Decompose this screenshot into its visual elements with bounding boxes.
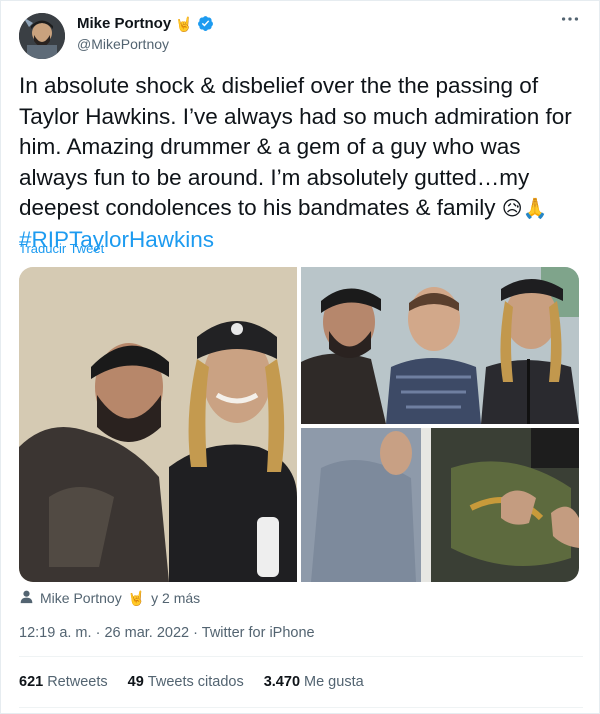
tweet-source[interactable]: Twitter for iPhone	[202, 625, 315, 641]
retweets-stat[interactable]: 621 Retweets	[19, 674, 108, 690]
tweet-header: Mike Portnoy 🤘 @MikePortnoy	[19, 13, 583, 59]
author-name[interactable]: Mike Portnoy	[77, 15, 171, 32]
author-handle[interactable]: @MikePortnoy	[77, 36, 169, 52]
rock-hand-emoji-icon: 🤘	[175, 15, 193, 32]
author-name-row: Mike Portnoy 🤘	[77, 15, 214, 32]
quote-tweets-stat[interactable]: 49 Tweets citados	[128, 674, 244, 690]
translate-tweet-link[interactable]: Traducir Tweet	[19, 241, 104, 256]
retweets-label: Retweets	[47, 674, 108, 690]
likes-stat[interactable]: 3.470 Me gusta	[264, 674, 364, 690]
avatar[interactable]	[19, 13, 65, 59]
tagged-users[interactable]: Mike Portnoy 🤘 y 2 más	[19, 589, 200, 607]
tweet-card: Mike Portnoy 🤘 @MikePortnoy In absolute …	[0, 0, 600, 714]
retweets-count: 621	[19, 674, 44, 690]
meta-separator-2: ·	[193, 625, 198, 641]
tweet-meta: 12:19 a. m. · 26 mar. 2022 · Twitter for…	[19, 625, 315, 641]
tweet-date[interactable]: 26 mar. 2022	[104, 625, 189, 641]
photo-2[interactable]	[301, 267, 579, 424]
quotes-count: 49	[127, 674, 144, 690]
divider-bottom	[19, 707, 583, 708]
verified-badge-icon	[197, 15, 214, 32]
photo-3[interactable]	[301, 428, 579, 582]
tagged-name: Mike Portnoy	[40, 590, 122, 606]
tweet-body: In absolute shock & disbelief over the t…	[19, 73, 572, 220]
media-grid	[19, 267, 579, 582]
meta-separator: ·	[95, 625, 101, 641]
tweet-time[interactable]: 12:19 a. m.	[19, 625, 92, 641]
tagged-more: y 2 más	[151, 590, 201, 606]
divider	[19, 656, 583, 657]
likes-label: Me gusta	[304, 674, 364, 690]
tweet-text: In absolute shock & disbelief over the t…	[19, 71, 587, 255]
more-options-icon[interactable]	[557, 13, 583, 35]
crying-praying-emoji-icon: 😥🙏	[501, 198, 548, 220]
tweet-stats: 621 Retweets 49 Tweets citados 3.470 Me gus…	[19, 674, 364, 690]
quotes-label: Tweets citados	[147, 674, 244, 690]
photo-1[interactable]	[19, 267, 297, 582]
person-icon	[19, 589, 34, 607]
tagged-emoji-icon: 🤘	[127, 589, 146, 606]
likes-count: 3.470	[263, 674, 301, 690]
